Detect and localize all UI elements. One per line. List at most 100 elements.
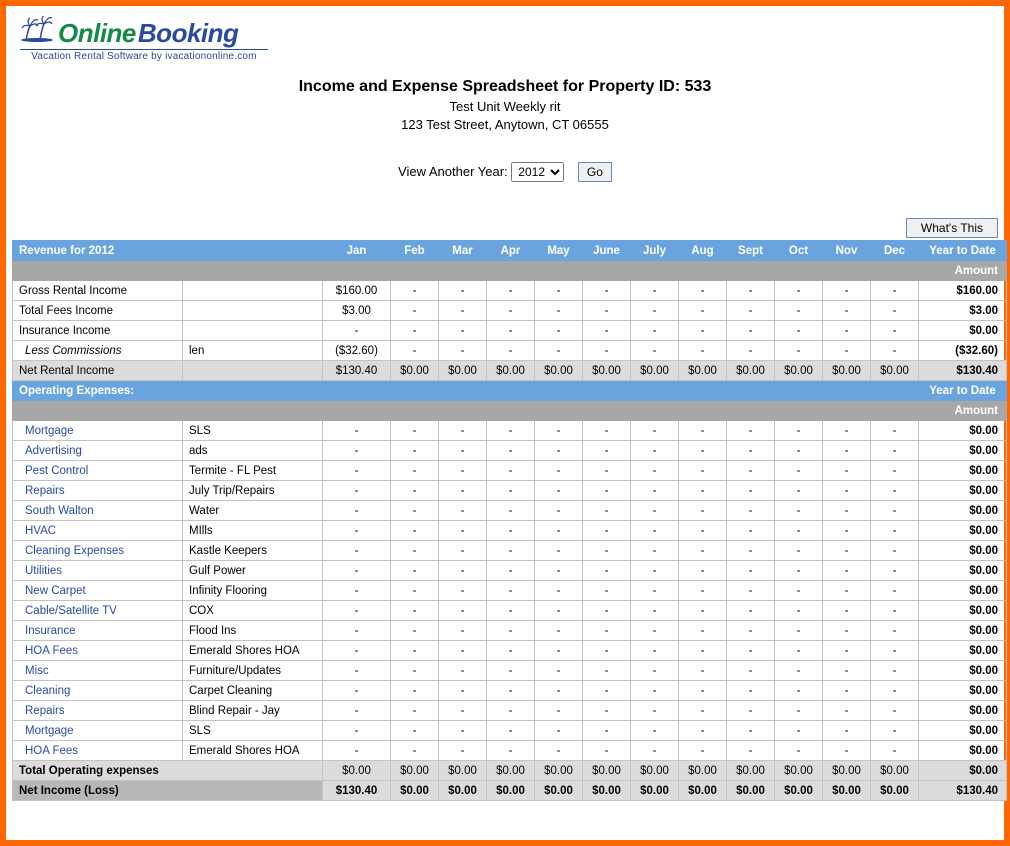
cell-dash: - — [679, 741, 727, 761]
cell-dash: - — [823, 621, 871, 641]
net-income-label: Net Income (Loss) — [13, 781, 323, 801]
expense-name[interactable]: Mortgage — [13, 721, 183, 741]
net-month: $0.00 — [679, 361, 727, 381]
logo: Online Booking Vacation Rental Software … — [12, 10, 998, 64]
cell-dash: - — [823, 341, 871, 361]
spacer — [13, 401, 183, 421]
cell-ytd: $0.00 — [919, 721, 1007, 741]
cell-dash: - — [631, 281, 679, 301]
revenue-row-name: Less Commissions — [13, 341, 183, 361]
expense-name[interactable]: Repairs — [13, 481, 183, 501]
cell-dash: - — [535, 701, 583, 721]
cell-dash: - — [583, 421, 631, 441]
cell-dash: - — [727, 501, 775, 521]
cell-dash: - — [631, 301, 679, 321]
net-income-month: $0.00 — [679, 781, 727, 801]
cell-ytd: $0.00 — [919, 501, 1007, 521]
cell-dash: - — [439, 301, 487, 321]
cell-dash: - — [631, 341, 679, 361]
expense-name[interactable]: Repairs — [13, 701, 183, 721]
month-header: Nov — [823, 241, 871, 261]
expense-name[interactable]: HOA Fees — [13, 641, 183, 661]
logo-text-online: Online — [58, 18, 136, 49]
revenue-row-name: Insurance Income — [13, 321, 183, 341]
cell-dash: - — [583, 721, 631, 741]
cell-ytd: $0.00 — [919, 641, 1007, 661]
whats-this-button[interactable]: What's This — [906, 218, 998, 238]
cell-dash: - — [775, 561, 823, 581]
spacer — [631, 381, 679, 401]
expense-note: SLS — [183, 421, 323, 441]
spacer — [775, 401, 823, 421]
cell-dash: - — [391, 301, 439, 321]
cell-dash: - — [439, 741, 487, 761]
cell-dash: - — [439, 641, 487, 661]
cell-dash: - — [631, 681, 679, 701]
cell-dash: - — [487, 681, 535, 701]
cell-dash: - — [487, 281, 535, 301]
spacer — [323, 401, 391, 421]
cell-dash: - — [775, 421, 823, 441]
cell-dash: - — [487, 661, 535, 681]
revenue-header: Revenue for 2012 — [13, 241, 183, 261]
expense-name[interactable]: Cleaning Expenses — [13, 541, 183, 561]
year-select[interactable]: 2012 — [511, 162, 564, 182]
expense-name[interactable]: Cable/Satellite TV — [13, 601, 183, 621]
cell-ytd: $0.00 — [919, 321, 1007, 341]
total-month: $0.00 — [727, 761, 775, 781]
cell-dash: - — [487, 601, 535, 621]
cell-dash: - — [631, 721, 679, 741]
palm-tree-icon — [20, 16, 56, 42]
cell-dash: - — [871, 621, 919, 641]
expense-name[interactable]: Utilities — [13, 561, 183, 581]
cell-dash: - — [439, 341, 487, 361]
spacer — [487, 261, 535, 281]
cell-dash: - — [727, 521, 775, 541]
cell-dash: - — [583, 561, 631, 581]
cell-dash: - — [679, 321, 727, 341]
cell-dash: - — [775, 521, 823, 541]
cell-dash: - — [391, 581, 439, 601]
expense-name[interactable]: Cleaning — [13, 681, 183, 701]
cell-dash: - — [775, 481, 823, 501]
page-title: Income and Expense Spreadsheet for Prope… — [12, 78, 998, 96]
expense-name[interactable]: Insurance — [13, 621, 183, 641]
cell-dash: - — [631, 701, 679, 721]
net-income-month: $0.00 — [871, 781, 919, 801]
cell-dash: - — [439, 661, 487, 681]
expense-name[interactable]: Advertising — [13, 441, 183, 461]
cell-dash: - — [775, 681, 823, 701]
net-rental-label: Net Rental Income — [13, 361, 183, 381]
expense-note: COX — [183, 601, 323, 621]
expense-name[interactable]: HVAC — [13, 521, 183, 541]
cell-dash: - — [871, 561, 919, 581]
expense-note: Emerald Shores HOA — [183, 741, 323, 761]
expense-name[interactable]: Mortgage — [13, 421, 183, 441]
net-month: $0.00 — [823, 361, 871, 381]
expense-note: Termite - FL Pest — [183, 461, 323, 481]
cell-ytd: $0.00 — [919, 481, 1007, 501]
cell-dash: - — [439, 321, 487, 341]
month-header: Sept — [727, 241, 775, 261]
cell-dash: - — [823, 581, 871, 601]
cell-dash: - — [823, 541, 871, 561]
expense-note: Kastle Keepers — [183, 541, 323, 561]
expense-name[interactable]: South Walton — [13, 501, 183, 521]
cell-dash: - — [535, 281, 583, 301]
go-button[interactable]: Go — [578, 162, 612, 182]
cell-dash: - — [775, 721, 823, 741]
cell-dash: - — [323, 701, 391, 721]
expense-name[interactable]: New Carpet — [13, 581, 183, 601]
expense-name[interactable]: Pest Control — [13, 461, 183, 481]
cell-dash: - — [487, 701, 535, 721]
expense-table: Revenue for 2012JanFebMarAprMayJuneJulyA… — [12, 240, 1007, 801]
cell-dash: - — [823, 461, 871, 481]
cell-dash: - — [487, 301, 535, 321]
cell-dash: - — [727, 421, 775, 441]
cell-dash: - — [323, 501, 391, 521]
expense-name[interactable]: HOA Fees — [13, 741, 183, 761]
cell-dash: - — [439, 601, 487, 621]
expense-name[interactable]: Misc — [13, 661, 183, 681]
cell-dash: - — [823, 601, 871, 621]
cell-ytd: $0.00 — [919, 561, 1007, 581]
